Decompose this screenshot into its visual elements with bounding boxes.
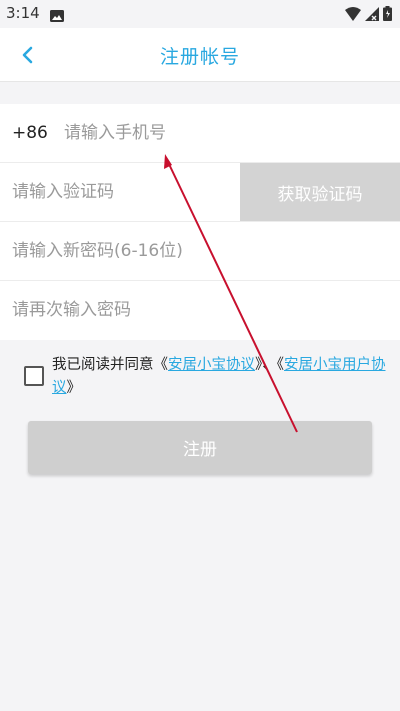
phone-row: +86: [0, 104, 400, 163]
page-title: 注册帐号: [159, 46, 240, 68]
app-header: 注册帐号: [0, 28, 400, 82]
get-verification-code-button[interactable]: 获取验证码: [240, 163, 400, 221]
confirm-password-input[interactable]: [12, 281, 388, 339]
signal-icon: [365, 6, 379, 25]
image-icon: [50, 7, 64, 26]
agreement-middle: 》、《: [255, 357, 284, 373]
verification-code-input[interactable]: [12, 163, 234, 221]
country-code[interactable]: +86: [12, 123, 48, 143]
phone-input[interactable]: [64, 104, 384, 162]
register-form: +86 获取验证码: [0, 104, 400, 340]
wifi-icon: [345, 6, 361, 25]
agreement-text: 我已阅读并同意《安居小宝协议》、《安居小宝用户协议》: [52, 354, 396, 400]
new-password-input[interactable]: [12, 222, 388, 280]
agreement-checkbox[interactable]: [24, 366, 44, 386]
verification-row: 获取验证码: [0, 163, 400, 222]
password-row: [0, 222, 400, 281]
confirm-password-row: [0, 281, 400, 340]
status-time: 3:14: [6, 4, 40, 22]
status-icons: [345, 6, 392, 25]
agreement-suffix: 》: [66, 380, 82, 396]
status-bar: 3:14: [0, 0, 400, 28]
register-button[interactable]: 注册: [28, 421, 372, 474]
anju-agreement-link[interactable]: 安居小宝协议: [168, 357, 255, 373]
agreement-prefix: 我已阅读并同意《: [52, 357, 168, 373]
battery-icon: [383, 6, 392, 25]
